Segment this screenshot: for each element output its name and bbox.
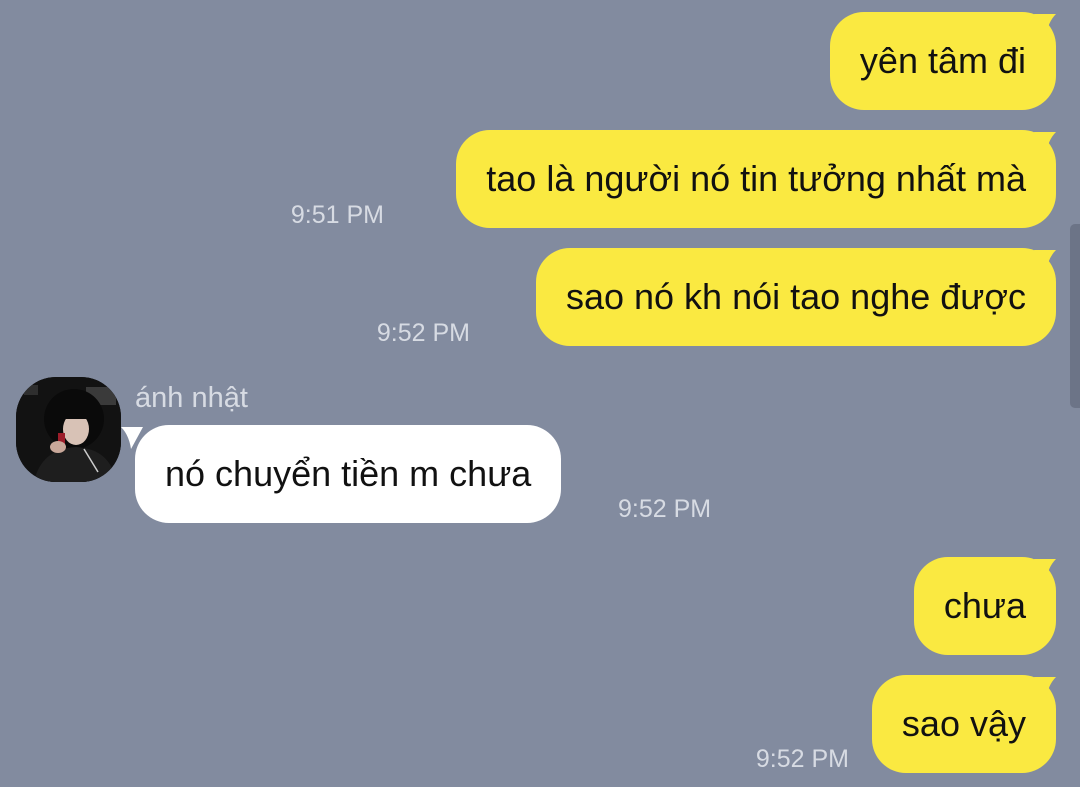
message-text: nó chuyển tiền m chưa bbox=[165, 453, 532, 494]
sender-avatar[interactable] bbox=[16, 377, 121, 482]
bubble-tail-icon bbox=[1034, 250, 1056, 272]
incoming-message-bubble[interactable]: nó chuyển tiền m chưa bbox=[121, 425, 562, 523]
bubble-tail-icon bbox=[121, 427, 143, 449]
bubble-tail-icon bbox=[1034, 14, 1056, 36]
outgoing-message-bubble[interactable]: yên tâm đi bbox=[829, 12, 1056, 110]
message-timestamp: 9:51 PM bbox=[290, 201, 384, 229]
outgoing-message-bubble[interactable]: sao nó kh nói tao nghe được bbox=[535, 248, 1056, 346]
outgoing-message-bubble[interactable]: sao vậy bbox=[871, 675, 1056, 773]
message-text: chưa bbox=[943, 585, 1026, 626]
bubble-tail-icon bbox=[1034, 132, 1056, 154]
outgoing-message-bubble[interactable]: tao là người nó tin tưởng nhất mà bbox=[456, 130, 1056, 228]
message-text: tao là người nó tin tưởng nhất mà bbox=[486, 158, 1026, 199]
message-text: sao nó kh nói tao nghe được bbox=[565, 276, 1026, 317]
bubble-tail-icon bbox=[1034, 559, 1056, 581]
bubble-tail-icon bbox=[1034, 677, 1056, 699]
message-timestamp: 9:52 PM bbox=[755, 745, 849, 773]
message-text: sao vậy bbox=[901, 703, 1026, 744]
chat-message-list[interactable]: yên tâm đi tao là người nó tin tưởng nhấ… bbox=[0, 0, 1080, 787]
scrollbar-thumb[interactable] bbox=[1070, 224, 1080, 408]
message-text: yên tâm đi bbox=[859, 40, 1026, 81]
message-timestamp: 9:52 PM bbox=[618, 495, 712, 523]
message-timestamp: 9:52 PM bbox=[376, 319, 470, 347]
outgoing-message-bubble[interactable]: chưa bbox=[913, 557, 1056, 655]
avatar-photo-icon bbox=[16, 377, 121, 482]
sender-name: ánh nhật bbox=[135, 382, 248, 414]
